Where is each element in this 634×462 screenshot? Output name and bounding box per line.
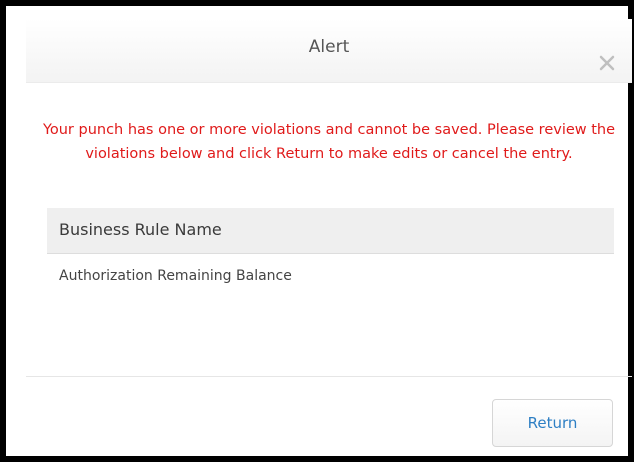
dialog-title: Alert (308, 37, 350, 57)
table-header: Business Rule Name (47, 208, 614, 254)
return-button[interactable]: Return (492, 399, 613, 447)
column-header-business-rule-name: Business Rule Name (59, 220, 222, 239)
close-icon[interactable] (596, 52, 618, 74)
footer-divider (26, 376, 632, 377)
alert-dialog: Alert Your punch has one or more violati… (0, 0, 634, 462)
dialog-header: Alert (26, 19, 632, 83)
table-row: Authorization Remaining Balance (47, 255, 614, 299)
business-rule-cell: Authorization Remaining Balance (59, 268, 292, 284)
violation-message: Your punch has one or more violations an… (42, 122, 616, 162)
